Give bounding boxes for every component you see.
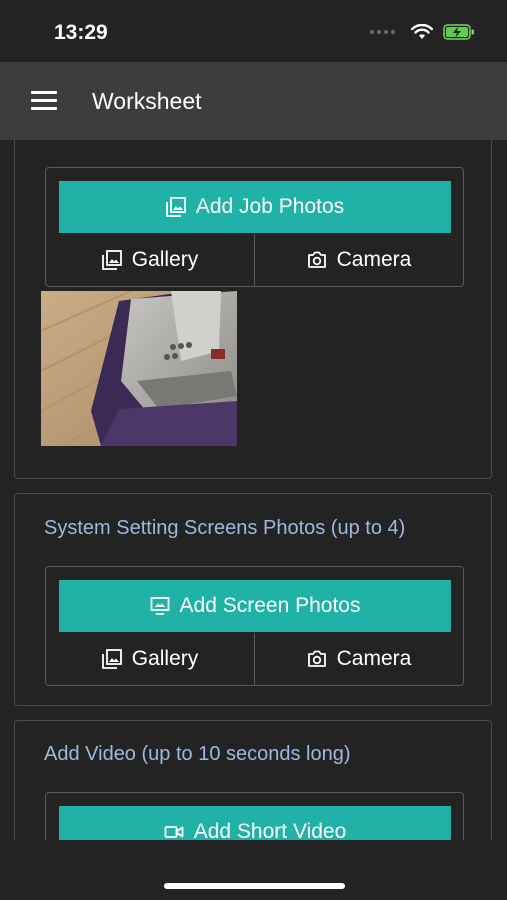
gallery-icon — [101, 250, 122, 270]
status-bar: 13:29 — [0, 0, 507, 62]
gallery-label: Gallery — [131, 647, 199, 670]
add-screen-photos-button[interactable]: Add Screen Photos — [59, 580, 451, 632]
signal-icon — [370, 30, 395, 34]
screen-photos-upload-box: Add Screen Photos Gallery Camera — [45, 566, 464, 686]
app-header: Worksheet — [0, 62, 507, 140]
wifi-icon — [411, 24, 433, 39]
screen-photos-gallery-button[interactable]: Gallery — [46, 633, 254, 685]
screenshot-icon — [150, 597, 169, 615]
add-screen-photos-label: Add Screen Photos — [179, 594, 361, 617]
job-photo-image — [41, 291, 237, 446]
camera-label: Camera — [336, 248, 412, 271]
video-upload-box: Add Short Video — [45, 792, 464, 840]
job-photos-upload-box: Add Job Photos Gallery Camera — [45, 167, 464, 287]
worksheet-content[interactable]: Add Job Photos Gallery Camera System Set… — [0, 140, 507, 840]
status-time: 13:29 — [54, 21, 108, 44]
camera-label: Camera — [336, 647, 412, 670]
job-photos-gallery-button[interactable]: Gallery — [46, 234, 254, 286]
home-indicator[interactable] — [164, 883, 345, 889]
menu-icon[interactable] — [31, 91, 57, 111]
gallery-label: Gallery — [131, 248, 199, 271]
video-section: Add Video (up to 10 seconds long) Add Sh… — [14, 720, 492, 840]
battery-charging-icon — [443, 24, 474, 40]
video-title: Add Video (up to 10 seconds long) — [44, 743, 351, 765]
screen-photos-source-row: Gallery Camera — [46, 633, 463, 685]
photo-library-icon — [165, 197, 186, 217]
add-short-video-label: Add Short Video — [193, 820, 347, 840]
job-photos-section: Add Job Photos Gallery Camera — [14, 140, 492, 479]
gallery-icon — [101, 649, 122, 669]
status-icons — [370, 24, 475, 40]
screen-photos-title: System Setting Screens Photos (up to 4) — [44, 517, 406, 539]
add-short-video-button[interactable]: Add Short Video — [59, 806, 451, 840]
add-job-photos-button[interactable]: Add Job Photos — [59, 181, 451, 233]
camera-icon — [307, 650, 326, 667]
page-title: Worksheet — [92, 88, 202, 114]
job-photos-source-row: Gallery Camera — [46, 234, 463, 286]
home-indicator-area — [0, 840, 507, 900]
screen-photos-section: System Setting Screens Photos (up to 4) … — [14, 493, 492, 706]
job-photos-camera-button[interactable]: Camera — [254, 234, 463, 286]
video-camera-icon — [164, 826, 184, 838]
screen-photos-camera-button[interactable]: Camera — [254, 633, 463, 685]
camera-icon — [307, 251, 326, 268]
job-photo-thumbnail[interactable] — [41, 291, 237, 446]
add-job-photos-label: Add Job Photos — [195, 195, 345, 218]
